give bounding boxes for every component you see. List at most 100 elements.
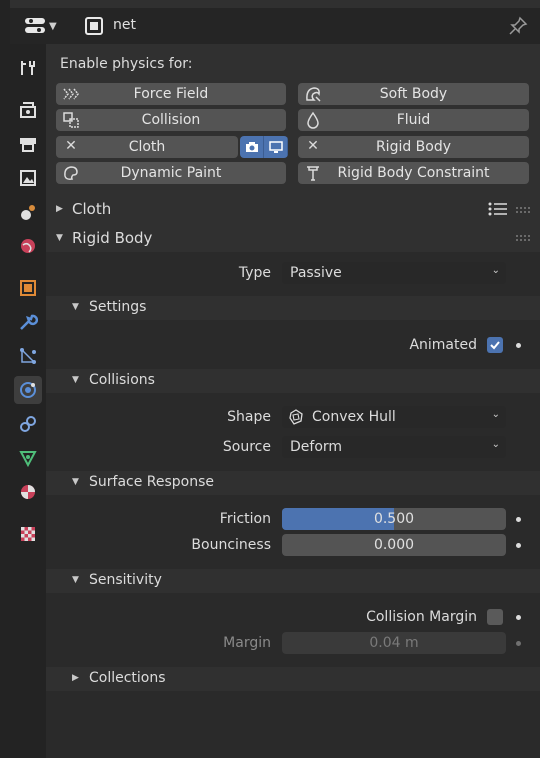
properties-tabs bbox=[10, 44, 46, 758]
type-dropdown[interactable]: Passive ⌄ bbox=[282, 262, 506, 284]
drag-grip-icon[interactable] bbox=[516, 207, 530, 213]
collisions-title: Collisions bbox=[89, 372, 155, 388]
margin-field[interactable]: 0.04 m bbox=[282, 632, 506, 654]
collision-margin-checkbox[interactable] bbox=[487, 609, 503, 625]
shape-label: Shape bbox=[227, 409, 271, 425]
dynamic-paint-icon bbox=[64, 166, 78, 180]
margin-value: 0.04 m bbox=[369, 635, 419, 651]
friction-value: 0.500 bbox=[373, 511, 415, 527]
surface-response-title: Surface Response bbox=[89, 474, 215, 490]
friction-slider[interactable]: 0.500 bbox=[282, 508, 506, 530]
shape-value: Convex Hull bbox=[312, 409, 396, 425]
particles-icon bbox=[20, 348, 36, 364]
collision-button[interactable]: Collision bbox=[56, 109, 286, 131]
tool-tab[interactable] bbox=[14, 54, 42, 82]
viewport-toggle[interactable] bbox=[264, 136, 288, 158]
rigid-body-label: Rigid Body bbox=[375, 139, 452, 155]
animated-checkbox[interactable] bbox=[487, 337, 503, 353]
force-field-button[interactable]: Force Field bbox=[56, 83, 286, 105]
expanded-arrow-icon: ▼ bbox=[72, 575, 79, 585]
object-name: net bbox=[113, 17, 136, 33]
view-layer-icon bbox=[20, 170, 36, 186]
camera-icon bbox=[245, 142, 258, 152]
cloth-remove-button[interactable]: ✕ Cloth bbox=[56, 136, 238, 158]
expanded-arrow-icon: ▼ bbox=[72, 302, 79, 312]
keyframe-dot[interactable] bbox=[516, 641, 521, 646]
force-field-label: Force Field bbox=[133, 86, 209, 102]
rigid-body-remove-button[interactable]: ✕ Rigid Body bbox=[298, 136, 529, 158]
editor-type-icon bbox=[25, 18, 45, 33]
sensitivity-subpanel-header[interactable]: ▼ Sensitivity bbox=[46, 569, 540, 593]
fluid-label: Fluid bbox=[396, 112, 431, 128]
tool-icon bbox=[21, 61, 35, 75]
bounciness-value: 0.000 bbox=[373, 537, 415, 553]
close-icon: ✕ bbox=[307, 138, 319, 154]
source-dropdown[interactable]: Deform ⌄ bbox=[282, 436, 506, 458]
modifier-tab[interactable] bbox=[14, 308, 42, 336]
animated-label: Animated bbox=[409, 337, 477, 353]
shape-dropdown[interactable]: Convex Hull ⌄ bbox=[282, 406, 506, 428]
collisions-subpanel-header[interactable]: ▼ Collisions bbox=[46, 369, 540, 393]
force-field-icon bbox=[63, 88, 79, 100]
cloth-section-header[interactable]: ▶ Cloth bbox=[46, 198, 540, 220]
texture-tab[interactable] bbox=[14, 520, 42, 548]
bounciness-slider[interactable]: 0.000 bbox=[282, 534, 506, 556]
expanded-arrow-icon: ▼ bbox=[56, 233, 63, 243]
bounciness-label: Bounciness bbox=[191, 537, 271, 553]
fluid-button[interactable]: Fluid bbox=[298, 109, 529, 131]
settings-subpanel-header[interactable]: ▼ Settings bbox=[46, 296, 540, 320]
constraints-tab[interactable] bbox=[14, 410, 42, 438]
render-tab[interactable] bbox=[14, 96, 42, 124]
collapsed-arrow-icon: ▶ bbox=[72, 673, 79, 683]
collections-spacer bbox=[46, 691, 540, 758]
physics-icon bbox=[20, 382, 36, 398]
keyframe-dot[interactable] bbox=[516, 517, 521, 522]
mesh-data-icon bbox=[19, 451, 37, 468]
window-edge bbox=[0, 0, 10, 758]
rigid-body-constraint-label: Rigid Body Constraint bbox=[337, 165, 490, 181]
keyframe-dot[interactable] bbox=[516, 343, 521, 348]
chevron-down-icon: ⌄ bbox=[491, 265, 500, 276]
view-layer-tab[interactable] bbox=[14, 164, 42, 192]
wrench-icon bbox=[20, 314, 38, 330]
material-tab[interactable] bbox=[14, 478, 42, 506]
collision-margin-label: Collision Margin bbox=[366, 609, 477, 625]
sensitivity-title: Sensitivity bbox=[89, 572, 162, 588]
surface-response-subpanel-header[interactable]: ▼ Surface Response bbox=[46, 471, 540, 495]
source-label: Source bbox=[222, 439, 271, 455]
constraint-icon bbox=[20, 416, 36, 432]
monitor-icon bbox=[268, 141, 283, 153]
editor-type-button[interactable]: ▼ bbox=[24, 12, 62, 40]
convex-hull-icon bbox=[289, 409, 303, 425]
world-tab[interactable] bbox=[14, 232, 42, 260]
output-icon bbox=[20, 138, 36, 152]
pin-icon[interactable] bbox=[508, 16, 528, 36]
checkmark-icon bbox=[490, 341, 500, 350]
scene-tab[interactable] bbox=[14, 198, 42, 226]
source-value: Deform bbox=[290, 439, 343, 455]
soft-body-button[interactable]: Soft Body bbox=[298, 83, 529, 105]
object-icon bbox=[20, 280, 36, 296]
output-tab[interactable] bbox=[14, 130, 42, 158]
physics-tab[interactable] bbox=[14, 376, 42, 404]
cloth-visibility-toggles bbox=[240, 136, 288, 158]
dynamic-paint-label: Dynamic Paint bbox=[120, 165, 222, 181]
keyframe-dot[interactable] bbox=[516, 615, 521, 620]
rigid-body-section-header[interactable]: ▼ Rigid Body bbox=[46, 226, 540, 250]
rigid-body-constraint-button[interactable]: Rigid Body Constraint bbox=[298, 162, 529, 184]
keyframe-dot[interactable] bbox=[516, 543, 521, 548]
collision-label: Collision bbox=[141, 112, 201, 128]
data-tab[interactable] bbox=[14, 444, 42, 472]
close-icon: ✕ bbox=[65, 138, 77, 154]
collections-subpanel-header[interactable]: ▶ Collections bbox=[46, 667, 540, 691]
chevron-down-icon: ▼ bbox=[49, 20, 57, 32]
dynamic-paint-button[interactable]: Dynamic Paint bbox=[56, 162, 286, 184]
list-icon[interactable] bbox=[488, 201, 508, 217]
render-toggle[interactable] bbox=[240, 136, 264, 158]
object-tab[interactable] bbox=[14, 274, 42, 302]
particles-tab[interactable] bbox=[14, 342, 42, 370]
cloth-section-title: Cloth bbox=[72, 200, 112, 218]
properties-header: ▼ net bbox=[10, 8, 540, 44]
rigid-body-constraint-icon bbox=[307, 166, 319, 181]
drag-grip-icon[interactable] bbox=[516, 235, 530, 241]
